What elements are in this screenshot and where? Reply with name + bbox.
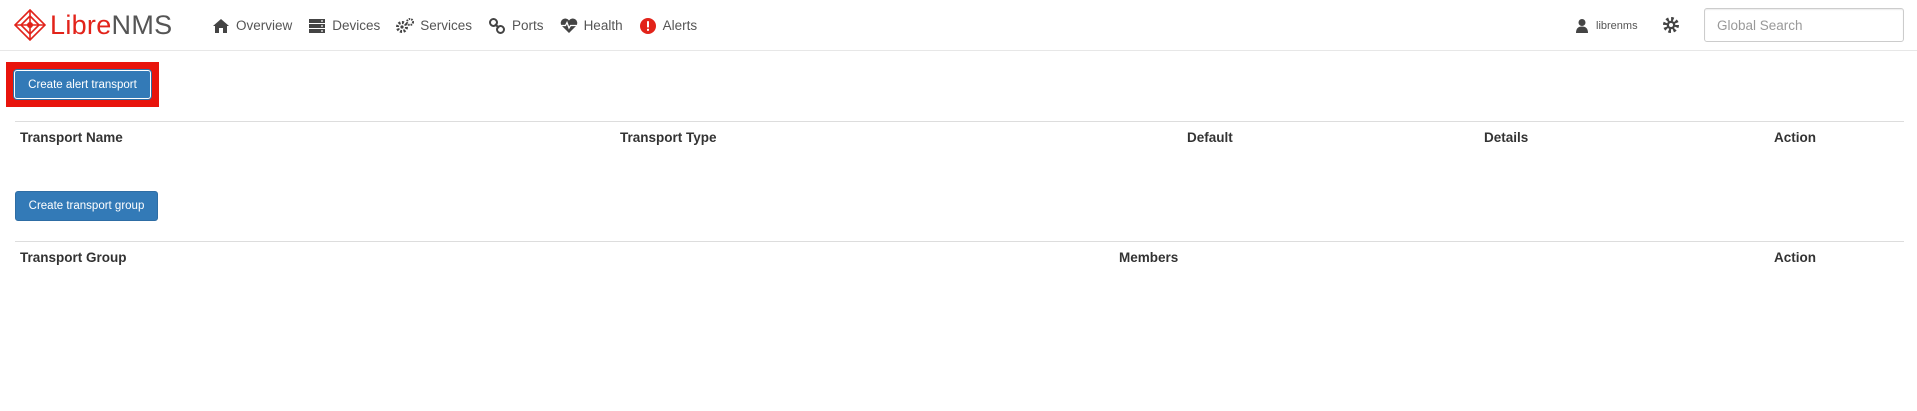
col-transport-type: Transport Type bbox=[620, 130, 717, 145]
alert-icon bbox=[639, 17, 657, 35]
librenms-logo[interactable]: LibreNMS bbox=[14, 7, 172, 43]
create-alert-transport-button[interactable]: Create alert transport bbox=[14, 70, 151, 99]
col-group-action: Action bbox=[1774, 250, 1816, 265]
main-nav: Overview Devices Services Ports Health A… bbox=[212, 0, 713, 51]
gear-icon[interactable] bbox=[1662, 16, 1680, 34]
user-menu[interactable]: librenms bbox=[1576, 0, 1638, 51]
col-default: Default bbox=[1187, 130, 1233, 145]
user-name: librenms bbox=[1596, 19, 1638, 32]
nav-devices-label: Devices bbox=[332, 18, 381, 33]
server-icon bbox=[308, 17, 326, 35]
nav-services-label: Services bbox=[420, 18, 473, 33]
groups-table-header: Transport Group Members Action bbox=[15, 241, 1904, 275]
nav-ports-label: Ports bbox=[512, 18, 544, 33]
nav-overview-label: Overview bbox=[236, 18, 293, 33]
nav-services[interactable]: Services bbox=[396, 17, 472, 35]
nav-devices[interactable]: Devices bbox=[308, 17, 380, 35]
col-transport-group: Transport Group bbox=[20, 250, 127, 265]
home-icon bbox=[212, 17, 230, 35]
cogs-icon bbox=[396, 17, 415, 35]
nav-health[interactable]: Health bbox=[560, 17, 623, 35]
nav-health-label: Health bbox=[583, 18, 623, 33]
nav-alerts-label: Alerts bbox=[662, 18, 698, 33]
nav-ports[interactable]: Ports bbox=[488, 17, 544, 35]
user-icon bbox=[1576, 18, 1588, 33]
logo-icon bbox=[14, 9, 46, 41]
create-transport-group-button[interactable]: Create transport group bbox=[15, 191, 158, 221]
nav-overview[interactable]: Overview bbox=[212, 17, 292, 35]
top-navbar: LibreNMS Overview Devices Services Ports bbox=[0, 0, 1917, 51]
brand-name: LibreNMS bbox=[50, 10, 173, 40]
nav-alerts[interactable]: Alerts bbox=[639, 17, 698, 35]
heartbeat-icon bbox=[560, 17, 578, 35]
col-details: Details bbox=[1484, 130, 1529, 145]
global-search-input[interactable] bbox=[1704, 8, 1904, 42]
transports-table-header: Transport Name Transport Type Default De… bbox=[15, 121, 1904, 155]
col-transport-name: Transport Name bbox=[20, 130, 123, 145]
col-members: Members bbox=[1119, 250, 1179, 265]
col-action: Action bbox=[1774, 130, 1816, 145]
link-icon bbox=[488, 17, 506, 35]
